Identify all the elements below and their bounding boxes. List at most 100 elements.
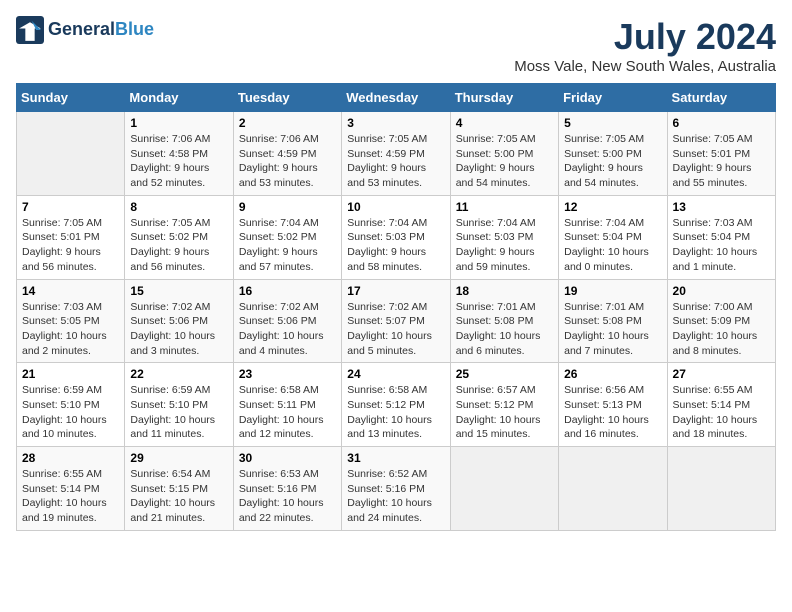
cell-content: Sunrise: 7:05 AMSunset: 5:00 PMDaylight:… [564, 132, 661, 191]
calendar-cell: 24 Sunrise: 6:58 AMSunset: 5:12 PMDayligh… [342, 363, 450, 447]
day-number: 27 [673, 367, 770, 381]
calendar-cell: 5Sunrise: 7:05 AMSunset: 5:00 PMDaylight… [559, 112, 667, 196]
cell-content: Sunrise: 6:55 AMSunset: 5:14 PMDaylight:… [22, 467, 119, 526]
header-tuesday: Tuesday [233, 84, 341, 112]
day-number: 22 [130, 367, 227, 381]
day-number: 13 [673, 200, 770, 214]
logo-icon [16, 16, 44, 44]
day-number: 26 [564, 367, 661, 381]
week-row-4: 28 Sunrise: 6:55 AMSunset: 5:14 PMDayligh… [17, 447, 776, 531]
cell-content: Sunrise: 7:06 AMSunset: 4:59 PMDaylight:… [239, 132, 336, 191]
cell-content: Sunrise: 6:59 AMSunset: 5:10 PMDaylight:… [22, 383, 119, 442]
day-number: 16 [239, 284, 336, 298]
cell-content: Sunrise: 6:53 AMSunset: 5:16 PMDaylight:… [239, 467, 336, 526]
calendar-cell [667, 447, 775, 531]
month-title: July 2024 [514, 16, 776, 58]
calendar-cell: 4Sunrise: 7:05 AMSunset: 5:00 PMDaylight… [450, 112, 558, 196]
calendar-cell: 26 Sunrise: 6:56 AMSunset: 5:13 PMDayligh… [559, 363, 667, 447]
calendar-cell: 17Sunrise: 7:02 AMSunset: 5:07 PMDayligh… [342, 279, 450, 363]
day-number: 11 [456, 200, 553, 214]
day-number: 28 [22, 451, 119, 465]
day-number: 24 [347, 367, 444, 381]
calendar-cell: 1 Sunrise: 7:06 AMSunset: 4:58 PMDaylight… [125, 112, 233, 196]
day-number: 14 [22, 284, 119, 298]
day-number: 2 [239, 116, 336, 130]
day-number: 29 [130, 451, 227, 465]
calendar-cell: 7Sunrise: 7:05 AMSunset: 5:01 PMDaylight… [17, 195, 125, 279]
day-number: 30 [239, 451, 336, 465]
week-row-2: 14 Sunrise: 7:03 AMSunset: 5:05 PMDayligh… [17, 279, 776, 363]
calendar-cell: 16 Sunrise: 7:02 AMSunset: 5:06 PMDayligh… [233, 279, 341, 363]
day-number: 31 [347, 451, 444, 465]
cell-content: Sunrise: 6:54 AMSunset: 5:15 PMDaylight:… [130, 467, 227, 526]
cell-content: Sunrise: 6:59 AMSunset: 5:10 PMDaylight:… [130, 383, 227, 442]
cell-content: Sunrise: 7:04 AMSunset: 5:03 PMDaylight:… [347, 216, 444, 275]
cell-content: Sunrise: 6:55 AMSunset: 5:14 PMDaylight:… [673, 383, 770, 442]
cell-content: Sunrise: 7:02 AMSunset: 5:06 PMDaylight:… [239, 300, 336, 359]
header-monday: Monday [125, 84, 233, 112]
calendar-cell: 25 Sunrise: 6:57 AMSunset: 5:12 PMDayligh… [450, 363, 558, 447]
day-number: 18 [456, 284, 553, 298]
calendar-cell: 13 Sunrise: 7:03 AMSunset: 5:04 PMDayligh… [667, 195, 775, 279]
day-number: 7 [22, 200, 119, 214]
location-title: Moss Vale, New South Wales, Australia [514, 58, 776, 75]
calendar-cell: 27 Sunrise: 6:55 AMSunset: 5:14 PMDayligh… [667, 363, 775, 447]
header-saturday: Saturday [667, 84, 775, 112]
day-number: 12 [564, 200, 661, 214]
calendar-cell [17, 112, 125, 196]
cell-content: Sunrise: 7:03 AMSunset: 5:05 PMDaylight:… [22, 300, 119, 359]
day-number: 3 [347, 116, 444, 130]
calendar-cell: 22 Sunrise: 6:59 AMSunset: 5:10 PMDayligh… [125, 363, 233, 447]
day-number: 23 [239, 367, 336, 381]
cell-content: Sunrise: 7:01 AMSunset: 5:08 PMDaylight:… [564, 300, 661, 359]
calendar-cell: 11 Sunrise: 7:04 AMSunset: 5:03 PMDayligh… [450, 195, 558, 279]
header-wednesday: Wednesday [342, 84, 450, 112]
calendar-cell: 21Sunrise: 6:59 AMSunset: 5:10 PMDayligh… [17, 363, 125, 447]
day-number: 8 [130, 200, 227, 214]
day-number: 25 [456, 367, 553, 381]
calendar-cell [450, 447, 558, 531]
day-number: 1 [130, 116, 227, 130]
cell-content: Sunrise: 7:02 AMSunset: 5:06 PMDaylight:… [130, 300, 227, 359]
calendar-cell: 10 Sunrise: 7:04 AMSunset: 5:03 PMDayligh… [342, 195, 450, 279]
day-number: 9 [239, 200, 336, 214]
calendar-cell: 28 Sunrise: 6:55 AMSunset: 5:14 PMDayligh… [17, 447, 125, 531]
calendar-cell: 31 Sunrise: 6:52 AMSunset: 5:16 PMDayligh… [342, 447, 450, 531]
cell-content: Sunrise: 6:56 AMSunset: 5:13 PMDaylight:… [564, 383, 661, 442]
cell-content: Sunrise: 6:52 AMSunset: 5:16 PMDaylight:… [347, 467, 444, 526]
week-row-1: 7Sunrise: 7:05 AMSunset: 5:01 PMDaylight… [17, 195, 776, 279]
calendar-cell: 9Sunrise: 7:04 AMSunset: 5:02 PMDaylight… [233, 195, 341, 279]
day-number: 19 [564, 284, 661, 298]
calendar-header: SundayMondayTuesdayWednesdayThursdayFrid… [17, 84, 776, 112]
cell-content: Sunrise: 7:02 AMSunset: 5:07 PMDaylight:… [347, 300, 444, 359]
cell-content: Sunrise: 7:04 AMSunset: 5:04 PMDaylight:… [564, 216, 661, 275]
calendar-cell [559, 447, 667, 531]
calendar-cell: 2 Sunrise: 7:06 AMSunset: 4:59 PMDaylight… [233, 112, 341, 196]
header-friday: Friday [559, 84, 667, 112]
header-sunday: Sunday [17, 84, 125, 112]
cell-content: Sunrise: 7:04 AMSunset: 5:03 PMDaylight:… [456, 216, 553, 275]
calendar-cell: 23Sunrise: 6:58 AMSunset: 5:11 PMDayligh… [233, 363, 341, 447]
logo: GeneralBlue [16, 16, 154, 44]
day-number: 20 [673, 284, 770, 298]
cell-content: Sunrise: 7:03 AMSunset: 5:04 PMDaylight:… [673, 216, 770, 275]
calendar-cell: 3 Sunrise: 7:05 AMSunset: 4:59 PMDaylight… [342, 112, 450, 196]
week-row-0: 1 Sunrise: 7:06 AMSunset: 4:58 PMDaylight… [17, 112, 776, 196]
cell-content: Sunrise: 7:05 AMSunset: 4:59 PMDaylight:… [347, 132, 444, 191]
calendar-cell: 30 Sunrise: 6:53 AMSunset: 5:16 PMDayligh… [233, 447, 341, 531]
day-number: 10 [347, 200, 444, 214]
cell-content: Sunrise: 7:00 AMSunset: 5:09 PMDaylight:… [673, 300, 770, 359]
calendar-cell: 12 Sunrise: 7:04 AMSunset: 5:04 PMDayligh… [559, 195, 667, 279]
header-thursday: Thursday [450, 84, 558, 112]
cell-content: Sunrise: 6:57 AMSunset: 5:12 PMDaylight:… [456, 383, 553, 442]
header-row: SundayMondayTuesdayWednesdayThursdayFrid… [17, 84, 776, 112]
cell-content: Sunrise: 6:58 AMSunset: 5:12 PMDaylight:… [347, 383, 444, 442]
day-number: 15 [130, 284, 227, 298]
day-number: 4 [456, 116, 553, 130]
cell-content: Sunrise: 7:05 AMSunset: 5:02 PMDaylight:… [130, 216, 227, 275]
cell-content: Sunrise: 7:05 AMSunset: 5:01 PMDaylight:… [673, 132, 770, 191]
cell-content: Sunrise: 7:01 AMSunset: 5:08 PMDaylight:… [456, 300, 553, 359]
calendar-cell: 19 Sunrise: 7:01 AMSunset: 5:08 PMDayligh… [559, 279, 667, 363]
calendar-cell: 29 Sunrise: 6:54 AMSunset: 5:15 PMDayligh… [125, 447, 233, 531]
cell-content: Sunrise: 7:06 AMSunset: 4:58 PMDaylight:… [130, 132, 227, 191]
